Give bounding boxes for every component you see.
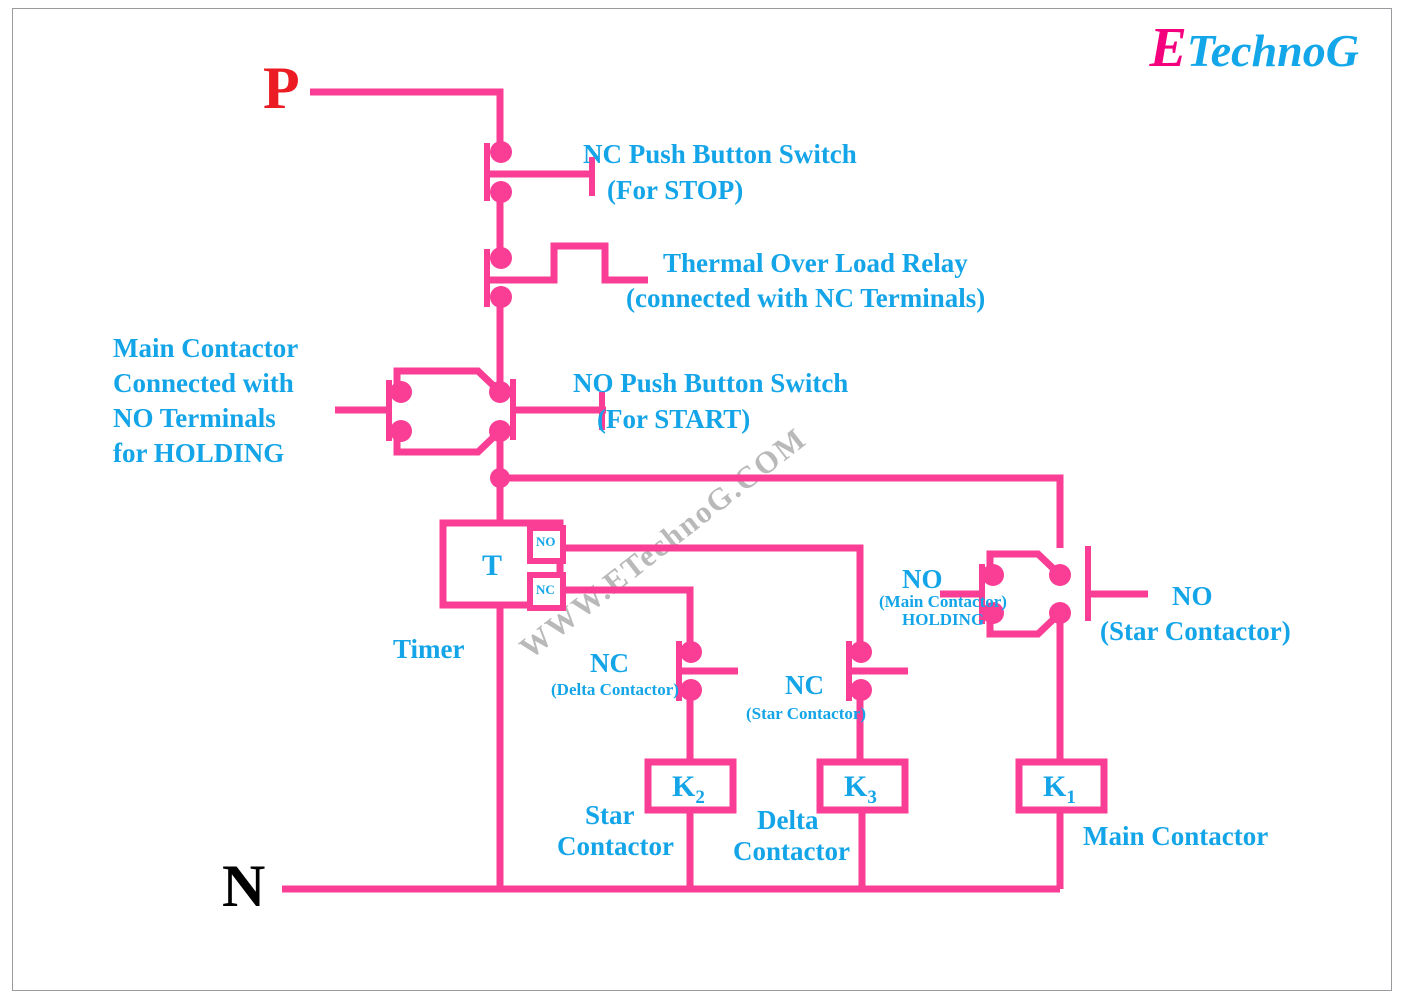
timer-no-terminal-label: NO — [536, 534, 556, 549]
timer-box-label: T — [482, 549, 502, 582]
main-holding-label-line2: Connected with — [113, 368, 294, 398]
nc-star-label-line1: NC — [785, 670, 824, 700]
coil-k1-letter: K — [1043, 770, 1067, 803]
distribution-busbar — [500, 474, 1064, 548]
no-main-holding-label-line1: NO — [902, 564, 943, 594]
star-contactor-label-line2: Contactor — [557, 831, 674, 861]
thermal-upper-node — [490, 247, 512, 269]
nc-star-label-line2: (Star Contactor) — [746, 704, 866, 723]
main-holding-label-line3: NO Terminals — [113, 403, 276, 433]
nc-delta-upper-node — [680, 641, 702, 663]
coil-k3-letter: K — [844, 770, 868, 803]
holding-bypass-lower — [393, 428, 503, 456]
nc-star-upper-node — [850, 641, 872, 663]
delta-contactor-label-line1: Delta — [757, 805, 819, 835]
coil-k2-subscript: 2 — [695, 787, 705, 808]
nc-push-button-label-line1: NC Push Button Switch — [583, 139, 857, 169]
phase-rail-label: P — [263, 55, 300, 121]
nc-delta-label-line1: NC — [590, 648, 629, 678]
main-holding-label-line4: for HOLDING — [113, 438, 284, 468]
delta-contactor-label-line2: Contactor — [733, 836, 850, 866]
holding-bypass-upper — [393, 367, 503, 395]
coil-k1-subscript: 1 — [1066, 787, 1076, 808]
no-main-holding-label-line3: HOLDING — [902, 610, 984, 629]
coil-k3-subscript: 3 — [867, 787, 877, 808]
no-push-button-label-line2: (For START) — [597, 404, 750, 434]
neutral-rail-label: N — [222, 853, 265, 919]
star-holding-left-upper-node — [982, 564, 1004, 586]
star-contactor-label-line1: Star — [585, 800, 635, 830]
nc-push-button-label-line2: (For STOP) — [607, 175, 743, 205]
star-delta-control-circuit: WWW.ETechnoG.COM P NC Push Button Switch… — [113, 55, 1291, 919]
diagram-page: ETechnoG WWW.ETechnoG.COM P NC Push Butt… — [0, 0, 1403, 1003]
no-star-label-line2: (Star Contactor) — [1100, 616, 1291, 646]
no-star-label-line1: NO — [1172, 581, 1213, 611]
main-holding-label-line1: Main Contactor — [113, 333, 298, 363]
timer-label: Timer — [393, 634, 464, 664]
star-holding-right-upper-node — [1049, 564, 1071, 586]
phase-rail-wire — [310, 88, 504, 152]
nc-delta-label-line2: (Delta Contactor) — [551, 680, 679, 699]
main-contactor-label: Main Contactor — [1083, 821, 1268, 851]
nc-stop-upper-node — [490, 141, 512, 163]
no-main-holding-label-line2: (Main Contactor) — [879, 592, 1007, 611]
coil-k2-letter: K — [672, 770, 696, 803]
holding-left-upper-node — [390, 381, 412, 403]
thermal-overload-symbol — [490, 242, 648, 284]
thermal-relay-label-line1: Thermal Over Load Relay — [663, 248, 968, 278]
holding-left-lower-node — [390, 420, 412, 442]
thermal-relay-label-line2: (connected with NC Terminals) — [626, 283, 985, 313]
timer-nc-terminal-label: NC — [536, 582, 555, 597]
no-push-button-label-line1: NO Push Button Switch — [573, 368, 848, 398]
